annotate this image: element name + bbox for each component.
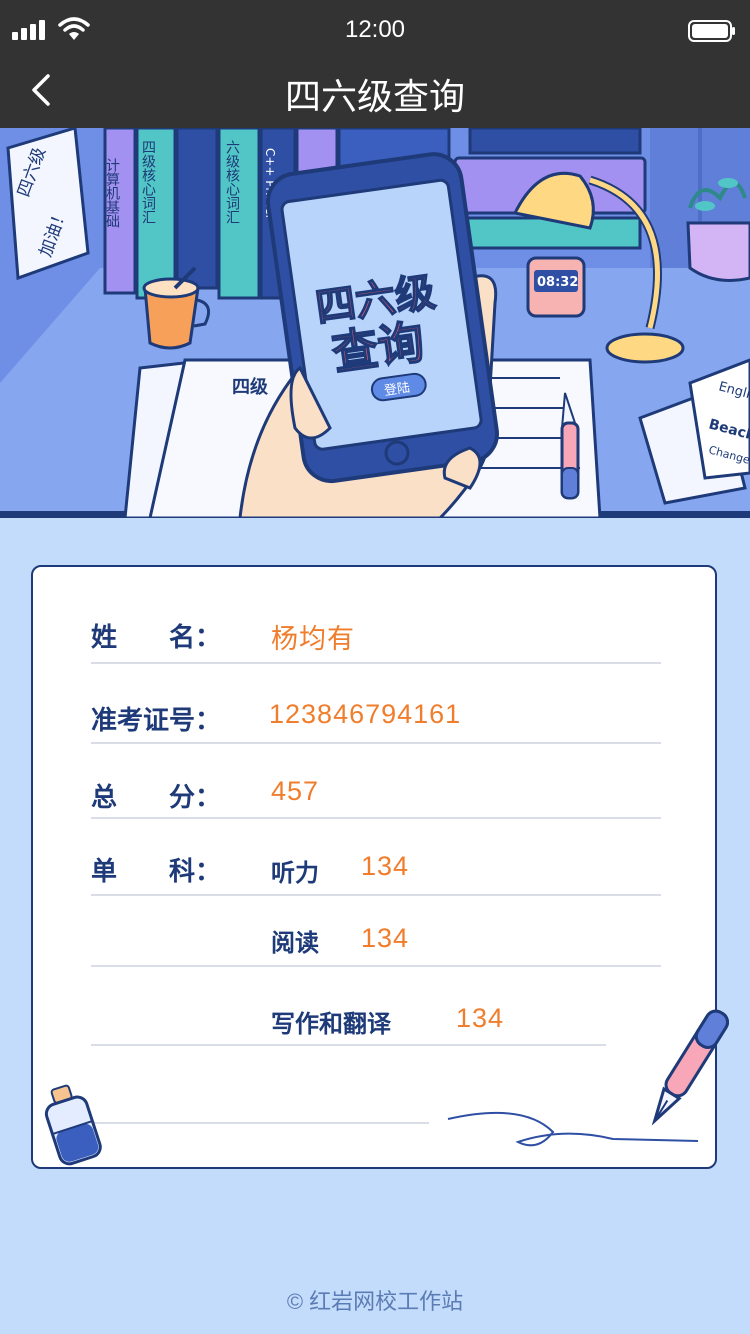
single-subject-row: 单 科： 听力 134 — [33, 823, 719, 899]
total-label: 总 分： — [91, 782, 222, 812]
divider — [91, 894, 661, 896]
divider — [91, 965, 661, 967]
svg-text:四级: 四级 — [232, 376, 269, 398]
battery-icon — [688, 20, 735, 42]
writing-row: 写作和翻译 134 — [33, 971, 719, 1051]
ink-bottle-icon — [44, 1084, 102, 1166]
listening-label: 听力 — [271, 860, 319, 887]
signature-line — [91, 1122, 429, 1124]
header-illustration: 四六级 加油！ 计算机基础 四级核心词汇 六级核心词汇 C++ Primer 四… — [0, 128, 750, 518]
ticket-row: 准考证号： 123846794161 — [33, 667, 719, 747]
nav-bar: 四六级查询 — [0, 60, 750, 128]
svg-text:四级核心词汇: 四级核心词汇 — [140, 140, 156, 224]
motivation-note: 四六级 加油！ — [6, 128, 90, 281]
single-subject-label: 单 科： — [91, 856, 222, 886]
ticket-value: 123846794161 — [269, 699, 462, 729]
reading-label: 阅读 — [271, 930, 319, 957]
pen-icon — [651, 1009, 729, 1126]
page-title: 四六级查询 — [284, 76, 465, 117]
desk-clock: 08:32 — [526, 256, 586, 318]
reading-row: 阅读 134 — [33, 899, 719, 971]
name-row: 姓 名： 杨均有 — [33, 567, 719, 667]
desk-illustration: 四六级 加油！ 计算机基础 四级核心词汇 六级核心词汇 C++ Primer 四… — [0, 128, 750, 518]
writing-value: 134 — [456, 1003, 505, 1033]
divider — [91, 742, 661, 744]
divider — [91, 1044, 606, 1046]
svg-text:计算机基础: 计算机基础 — [104, 158, 120, 228]
footer-copyright: © 红岩网校工作站 — [286, 1289, 464, 1314]
listening-value: 134 — [361, 851, 410, 881]
writing-label: 写作和翻译 — [271, 1011, 391, 1038]
status-bar: 12:00 — [0, 0, 750, 60]
total-row: 总 分： 457 — [33, 747, 719, 823]
total-value: 457 — [271, 776, 320, 806]
status-time: 12:00 — [344, 16, 406, 43]
divider — [91, 817, 661, 819]
name-label: 姓 名： — [91, 622, 222, 652]
name-value: 杨均有 — [271, 624, 355, 654]
svg-text:08:32: 08:32 — [537, 275, 578, 290]
divider — [91, 662, 661, 664]
reading-value: 134 — [361, 923, 410, 953]
svg-text:六级核心词汇: 六级核心词汇 — [224, 140, 240, 224]
ticket-label: 准考证号： — [91, 705, 222, 735]
score-card: 姓 名： 杨均有 准考证号： 123846794161 总 分： 457 单 科… — [31, 565, 729, 1169]
